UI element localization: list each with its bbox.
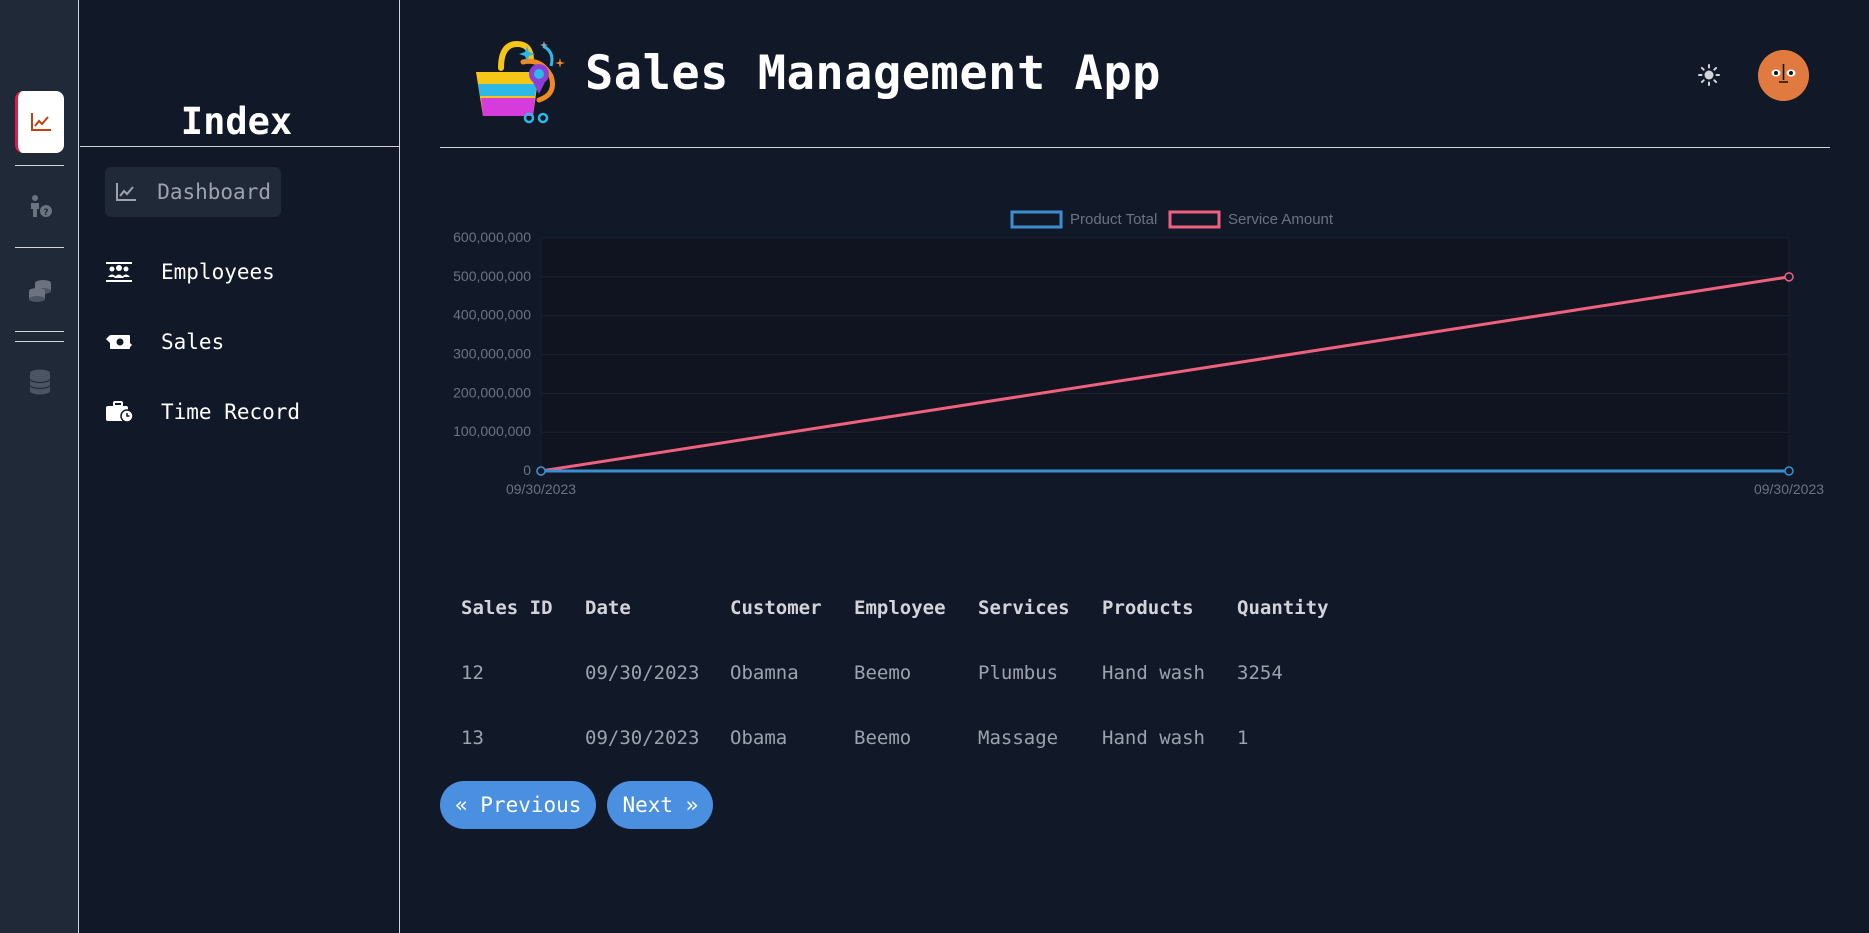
- table-row[interactable]: 12 09/30/2023 Obamna Beemo Plumbus Hand …: [461, 640, 1337, 705]
- table-cell: Hand wash: [1102, 726, 1205, 749]
- table-cell: Beemo: [854, 661, 912, 684]
- y-tick-label: 600,000,000: [453, 229, 531, 245]
- sidebar-item-employees[interactable]: Employees: [105, 247, 275, 297]
- sidebar-item-label: Sales: [161, 330, 225, 354]
- chart-line-icon: [31, 113, 51, 131]
- legend-label: Product Total: [1070, 211, 1157, 228]
- legend-swatch: [1010, 210, 1063, 229]
- pagination: « Previous Next »: [440, 781, 714, 829]
- column-header: Sales ID: [461, 596, 553, 619]
- rail-divider: [15, 341, 64, 342]
- column-header: Employee: [854, 596, 946, 619]
- sidebar-item-label: Dashboard: [157, 180, 271, 204]
- person-question-icon: ?: [30, 195, 52, 218]
- table-cell: Beemo: [854, 726, 912, 749]
- data-point: [1784, 272, 1794, 282]
- users-icon: [105, 261, 133, 283]
- next-page-button[interactable]: Next »: [607, 781, 714, 829]
- sidebar-item-sales[interactable]: Sales: [105, 317, 224, 367]
- y-tick-label: 0: [523, 462, 531, 478]
- y-tick-label: 300,000,000: [453, 346, 531, 362]
- data-point: [1784, 466, 1794, 476]
- table-cell: 1: [1237, 726, 1249, 749]
- sales-table: Sales ID Date Customer Employee Services…: [461, 575, 1337, 770]
- table-cell: 09/30/2023: [585, 661, 700, 684]
- icon-rail: ?: [0, 0, 79, 933]
- svg-text:?: ?: [43, 208, 48, 218]
- y-tick-label: 500,000,000: [453, 268, 531, 284]
- table-cell: 3254: [1237, 661, 1283, 684]
- table-cell: 12: [461, 661, 484, 684]
- avatar[interactable]: [1758, 50, 1809, 101]
- sales-line-chart: 0 100,000,000 200,000,000 300,000,000 400,00…: [453, 210, 1824, 497]
- column-header: Products: [1102, 596, 1194, 619]
- column-header: Date: [585, 596, 631, 619]
- column-header: Services: [978, 596, 1070, 619]
- rail-database-button[interactable]: [15, 351, 64, 413]
- theme-toggle-button[interactable]: [1697, 63, 1721, 87]
- sidebar-item-time-record[interactable]: Time Record: [105, 387, 300, 437]
- y-tick-label: 400,000,000: [453, 307, 531, 323]
- table-row[interactable]: 13 09/30/2023 Obama Beemo Massage Hand w…: [461, 705, 1337, 770]
- money-exchange-icon: [105, 331, 133, 353]
- x-tick-label: 09/30/2023: [1754, 481, 1824, 497]
- briefcase-clock-icon: [105, 401, 133, 423]
- app-title: Sales Management App: [585, 46, 1161, 101]
- sidebar-title: Index: [180, 100, 293, 143]
- data-point: [536, 466, 546, 476]
- rail-help-button[interactable]: ?: [15, 175, 64, 237]
- table-cell: 13: [461, 726, 484, 749]
- rail-dashboard-button[interactable]: [15, 91, 64, 153]
- table-cell: Massage: [978, 726, 1059, 749]
- sidebar-item-label: Time Record: [161, 400, 301, 424]
- previous-page-button[interactable]: « Previous: [440, 781, 597, 829]
- sidebar-item-label: Employees: [161, 260, 275, 284]
- y-tick-label: 100,000,000: [453, 423, 531, 439]
- header-divider: [440, 147, 1830, 148]
- table-header-row: Sales ID Date Customer Employee Services…: [461, 575, 1337, 640]
- sidebar-item-dashboard[interactable]: Dashboard: [105, 167, 281, 217]
- rail-coins-button[interactable]: [15, 259, 64, 321]
- sidebar: Index Dashboard Employees Sales Time Rec…: [80, 0, 400, 933]
- table-cell: 09/30/2023: [585, 726, 700, 749]
- main-content: Sales Management App 0 100,000,000 200,000…: [401, 0, 1869, 933]
- legend-swatch: [1168, 210, 1221, 229]
- y-tick-label: 200,000,000: [453, 384, 531, 400]
- table-cell: Plumbus: [978, 661, 1059, 684]
- chart-line-icon: [115, 181, 137, 203]
- column-header: Customer: [730, 596, 822, 619]
- x-tick-label: 09/30/2023: [506, 481, 576, 497]
- table-cell: Obamna: [730, 661, 799, 684]
- rail-divider: [15, 331, 64, 332]
- shopping-bag-logo: [473, 38, 581, 124]
- column-header: Quantity: [1237, 596, 1329, 619]
- database-icon: [28, 369, 51, 395]
- rail-divider: [15, 165, 64, 166]
- rail-divider: [15, 247, 64, 248]
- sun-icon: [1698, 64, 1720, 86]
- coins-icon: [28, 280, 51, 302]
- legend-label: Service Amount: [1228, 211, 1334, 228]
- sidebar-divider: [80, 146, 400, 147]
- table-cell: Hand wash: [1102, 661, 1205, 684]
- table-cell: Obama: [730, 726, 788, 749]
